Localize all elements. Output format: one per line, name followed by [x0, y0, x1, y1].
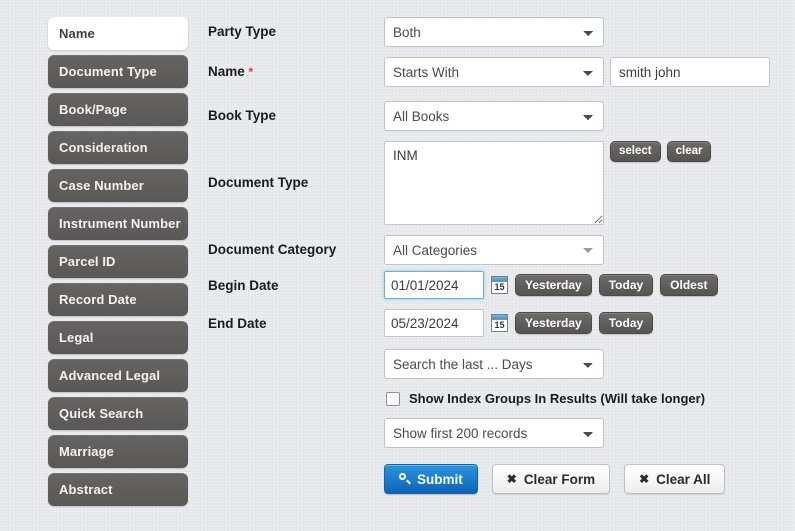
begin-date-input[interactable] — [384, 271, 484, 299]
sidebar-item-consideration[interactable]: Consideration — [48, 131, 188, 164]
sidebar-item-label: Legal — [59, 330, 94, 345]
book-type-select[interactable]: All BooksDeedsMortgagesPlats — [384, 101, 604, 131]
begin-date-buttons: Yesterday Today Oldest — [515, 274, 725, 296]
calendar-icon[interactable]: 15 — [491, 276, 508, 294]
book-type-row: Book Type All BooksDeedsMortgagesPlats — [208, 101, 795, 131]
begin_date-oldest-button[interactable]: Oldest — [660, 274, 718, 296]
sidebar-item-label: Instrument Number — [59, 216, 181, 231]
clear-all-button-label: Clear All — [656, 471, 711, 487]
begin-date-row: Begin Date 15 Yesterday Today Oldest — [208, 271, 795, 301]
record-limit-select[interactable]: Show first 200 recordsShow first 500 rec… — [384, 418, 604, 448]
name-row: Name * Starts WithContainsExact MatchSou… — [208, 57, 795, 87]
name-input[interactable] — [610, 57, 770, 87]
document-type-select-button[interactable]: select — [610, 141, 661, 162]
begin-date-label: Begin Date — [208, 278, 279, 293]
clear-all-button[interactable]: ✖ Clear All — [624, 464, 726, 494]
end_date-today-button[interactable]: Today — [598, 312, 654, 334]
clear-form-button[interactable]: ✖ Clear Form — [491, 464, 611, 494]
document-category-row: Document Category All CategoriesLand Rec… — [208, 235, 795, 265]
name-label-text: Name — [208, 64, 245, 79]
sidebar-item-name[interactable]: Name — [48, 17, 188, 50]
sidebar-item-label: Parcel ID — [59, 254, 116, 269]
document-type-label: Document Type — [208, 175, 309, 190]
sidebar-item-label: Record Date — [59, 292, 137, 307]
party-type-row: Party Type BothGrantorGrantee — [208, 17, 795, 47]
sidebar-item-document-type[interactable]: Document Type — [48, 55, 188, 88]
document-category-select[interactable]: All CategoriesLand RecordsCourt Records — [384, 235, 604, 265]
sidebar-item-label: Advanced Legal — [59, 368, 161, 383]
sidebar-item-label: Abstract — [59, 482, 113, 497]
search-page: Name Document Type Book/Page Consideration C… — [0, 0, 795, 531]
sidebar-item-label: Consideration — [59, 140, 148, 155]
begin_date-yesterday-button[interactable]: Yesterday — [515, 274, 592, 296]
search-last-days-row: Search the last ... DaysSearch the last … — [208, 349, 795, 379]
end-date-buttons: Yesterday Today — [515, 312, 660, 334]
sidebar-item-marriage[interactable]: Marriage — [48, 435, 188, 468]
document-type-clear-button[interactable]: clear — [666, 141, 712, 162]
show-index-groups-control[interactable]: Show Index Groups In Results (Will take … — [386, 391, 705, 406]
sidebar-item-parcel-id[interactable]: Parcel ID — [48, 245, 188, 278]
end-date-input[interactable] — [384, 309, 484, 337]
calendar-icon-day: 15 — [494, 282, 505, 292]
sidebar-item-label: Quick Search — [59, 406, 144, 421]
record-limit-row: Show first 200 recordsShow first 500 rec… — [208, 418, 795, 448]
form-actions: Submit ✖ Clear Form ✖ Clear All — [384, 464, 726, 494]
book-type-label: Book Type — [208, 108, 277, 123]
clear-form-button-label: Clear Form — [523, 471, 596, 487]
end_date-yesterday-button[interactable]: Yesterday — [515, 312, 592, 334]
sidebar-item-record-date[interactable]: Record Date — [48, 283, 188, 316]
search-last-days-select[interactable]: Search the last ... DaysSearch the last … — [384, 349, 604, 379]
sidebar-item-legal[interactable]: Legal — [48, 321, 188, 354]
document-type-row: Document Type INM select clear — [208, 141, 795, 225]
end-date-row: End Date 15 Yesterday Today — [208, 309, 795, 339]
sidebar-item-case-number[interactable]: Case Number — [48, 169, 188, 202]
calendar-icon[interactable]: 15 — [491, 314, 508, 332]
show-index-groups-label: Show Index Groups In Results (Will take … — [409, 391, 706, 406]
sidebar-item-label: Marriage — [59, 444, 114, 459]
submit-button-label: Submit — [417, 471, 463, 487]
document-type-textarea[interactable]: INM — [384, 141, 604, 225]
show-index-groups-checkbox[interactable] — [386, 391, 400, 406]
calendar-icon-day: 15 — [494, 320, 505, 330]
party-type-label: Party Type — [208, 24, 277, 39]
document-category-label: Document Category — [208, 242, 337, 257]
submit-button[interactable]: Submit — [384, 464, 478, 494]
document-category-select-wrap: All CategoriesLand RecordsCourt Records — [384, 235, 604, 265]
party-type-select[interactable]: BothGrantorGrantee — [384, 17, 604, 47]
x-icon: ✖ — [506, 472, 517, 486]
search-icon — [399, 473, 411, 485]
search-type-sidebar: Name Document Type Book/Page Consideration C… — [48, 17, 188, 506]
sidebar-item-quick-search[interactable]: Quick Search — [48, 397, 188, 430]
sidebar-item-label: Name — [59, 26, 95, 41]
end-date-label: End Date — [208, 316, 267, 331]
sidebar-item-abstract[interactable]: Abstract — [48, 473, 188, 506]
sidebar-item-book-page[interactable]: Book/Page — [48, 93, 188, 126]
sidebar-item-label: Document Type — [59, 64, 157, 79]
name-label: Name * — [208, 57, 384, 87]
required-asterisk: * — [248, 65, 254, 79]
show-index-groups-row: Show Index Groups In Results (Will take … — [208, 383, 795, 414]
begin_date-today-button[interactable]: Today — [598, 274, 654, 296]
sidebar-item-advanced-legal[interactable]: Advanced Legal — [48, 359, 188, 392]
name-match-select[interactable]: Starts WithContainsExact MatchSounds Lik… — [384, 57, 604, 87]
actions-row: Submit ✖ Clear Form ✖ Clear All — [208, 448, 795, 494]
sidebar-item-instrument-number[interactable]: Instrument Number — [48, 207, 188, 240]
sidebar-item-label: Book/Page — [59, 102, 128, 117]
sidebar-item-label: Case Number — [59, 178, 144, 193]
x-icon: ✖ — [639, 472, 650, 486]
search-form: Party Type BothGrantorGrantee Name * Sta… — [208, 17, 795, 504]
